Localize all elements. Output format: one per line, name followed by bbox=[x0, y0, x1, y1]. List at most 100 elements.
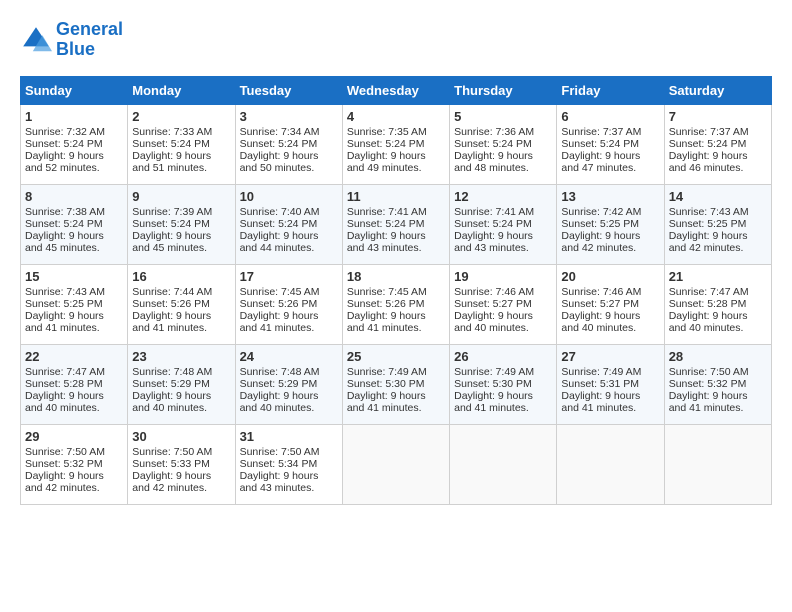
sunrise: Sunrise: 7:43 AM bbox=[669, 206, 749, 218]
day-number: 26 bbox=[454, 349, 552, 364]
sunset: Sunset: 5:31 PM bbox=[561, 378, 639, 390]
week-row-5: 29 Sunrise: 7:50 AM Sunset: 5:32 PM Dayligh… bbox=[21, 424, 772, 504]
calendar-cell: 10Sunrise: 7:40 AMSunset: 5:24 PMDayligh… bbox=[235, 184, 342, 264]
day-number: 8 bbox=[25, 189, 123, 204]
sunrise: Sunrise: 7:46 AM bbox=[561, 286, 641, 298]
sunrise: Sunrise: 7:50 AM bbox=[132, 446, 212, 458]
sunrise: Sunrise: 7:49 AM bbox=[347, 366, 427, 378]
sunrise: Sunrise: 7:38 AM bbox=[25, 206, 105, 218]
column-header-monday: Monday bbox=[128, 76, 235, 104]
calendar-cell: 3Sunrise: 7:34 AMSunset: 5:24 PMDaylight… bbox=[235, 104, 342, 184]
day-number: 3 bbox=[240, 109, 338, 124]
day-number: 29 bbox=[25, 429, 123, 444]
daylight: Daylight: 9 hours and 42 minutes. bbox=[561, 230, 640, 254]
calendar-cell: 5Sunrise: 7:36 AMSunset: 5:24 PMDaylight… bbox=[450, 104, 557, 184]
day-number: 2 bbox=[132, 109, 230, 124]
daylight: Daylight: 9 hours and 41 minutes. bbox=[347, 390, 426, 414]
sunset: Sunset: 5:24 PM bbox=[132, 138, 210, 150]
calendar-cell: 29Sunrise: 7:50 AMSunset: 5:32 PMDayligh… bbox=[21, 424, 128, 504]
day-number: 14 bbox=[669, 189, 767, 204]
daylight: Daylight: 9 hours and 40 minutes. bbox=[669, 310, 748, 334]
calendar-cell: 13Sunrise: 7:42 AMSunset: 5:25 PMDayligh… bbox=[557, 184, 664, 264]
calendar-cell: 25Sunrise: 7:49 AMSunset: 5:30 PMDayligh… bbox=[342, 344, 449, 424]
daylight: Daylight: 9 hours and 41 minutes. bbox=[454, 390, 533, 414]
day-number: 18 bbox=[347, 269, 445, 284]
calendar-cell: 30Sunrise: 7:50 AMSunset: 5:33 PMDayligh… bbox=[128, 424, 235, 504]
sunset: Sunset: 5:32 PM bbox=[25, 458, 103, 470]
day-number: 7 bbox=[669, 109, 767, 124]
calendar-cell: 21 Sunrise: 7:47 AMSunset: 5:28 PMDayligh… bbox=[664, 264, 771, 344]
sunset: Sunset: 5:27 PM bbox=[454, 298, 532, 310]
daylight: Daylight: 9 hours and 50 minutes. bbox=[240, 150, 319, 174]
sunset: Sunset: 5:30 PM bbox=[454, 378, 532, 390]
page-header: General Blue bbox=[20, 20, 772, 60]
week-row-1: 1Sunrise: 7:32 AMSunset: 5:24 PMDaylight… bbox=[21, 104, 772, 184]
sunset: Sunset: 5:27 PM bbox=[561, 298, 639, 310]
sunrise: Sunrise: 7:41 AM bbox=[454, 206, 534, 218]
column-header-tuesday: Tuesday bbox=[235, 76, 342, 104]
sunrise: Sunrise: 7:49 AM bbox=[561, 366, 641, 378]
sunset: Sunset: 5:24 PM bbox=[25, 218, 103, 230]
calendar-cell bbox=[342, 424, 449, 504]
daylight: Daylight: 9 hours and 43 minutes. bbox=[347, 230, 426, 254]
sunrise: Sunrise: 7:41 AM bbox=[347, 206, 427, 218]
column-header-saturday: Saturday bbox=[664, 76, 771, 104]
day-number: 27 bbox=[561, 349, 659, 364]
sunrise: Sunrise: 7:48 AM bbox=[132, 366, 212, 378]
day-number: 9 bbox=[132, 189, 230, 204]
daylight: Daylight: 9 hours and 46 minutes. bbox=[669, 150, 748, 174]
sunrise: Sunrise: 7:44 AM bbox=[132, 286, 212, 298]
sunset: Sunset: 5:26 PM bbox=[132, 298, 210, 310]
daylight: Daylight: 9 hours and 43 minutes. bbox=[240, 470, 319, 494]
sunset: Sunset: 5:24 PM bbox=[454, 138, 532, 150]
daylight: Daylight: 9 hours and 40 minutes. bbox=[240, 390, 319, 414]
sunset: Sunset: 5:24 PM bbox=[669, 138, 747, 150]
daylight: Daylight: 9 hours and 41 minutes. bbox=[561, 390, 640, 414]
logo-text: General Blue bbox=[56, 20, 123, 60]
daylight: Daylight: 9 hours and 42 minutes. bbox=[132, 470, 211, 494]
sunrise: Sunrise: 7:37 AM bbox=[561, 126, 641, 138]
sunset: Sunset: 5:29 PM bbox=[132, 378, 210, 390]
day-number: 21 bbox=[669, 269, 767, 284]
daylight: Daylight: 9 hours and 41 minutes. bbox=[669, 390, 748, 414]
sunrise: Sunrise: 7:37 AM bbox=[669, 126, 749, 138]
daylight: Daylight: 9 hours and 41 minutes. bbox=[25, 310, 104, 334]
daylight: Daylight: 9 hours and 52 minutes. bbox=[25, 150, 104, 174]
day-number: 4 bbox=[347, 109, 445, 124]
sunrise: Sunrise: 7:33 AM bbox=[132, 126, 212, 138]
calendar-cell: 8Sunrise: 7:38 AMSunset: 5:24 PMDaylight… bbox=[21, 184, 128, 264]
daylight: Daylight: 9 hours and 40 minutes. bbox=[25, 390, 104, 414]
calendar-cell: 20Sunrise: 7:46 AMSunset: 5:27 PMDayligh… bbox=[557, 264, 664, 344]
sunrise: Sunrise: 7:50 AM bbox=[240, 446, 320, 458]
calendar-cell: 28Sunrise: 7:50 AMSunset: 5:32 PMDayligh… bbox=[664, 344, 771, 424]
sunrise: Sunrise: 7:43 AM bbox=[25, 286, 105, 298]
daylight: Daylight: 9 hours and 43 minutes. bbox=[454, 230, 533, 254]
day-number: 11 bbox=[347, 189, 445, 204]
sunset: Sunset: 5:24 PM bbox=[240, 218, 318, 230]
sunrise: Sunrise: 7:48 AM bbox=[240, 366, 320, 378]
sunset: Sunset: 5:24 PM bbox=[561, 138, 639, 150]
sunrise: Sunrise: 7:36 AM bbox=[454, 126, 534, 138]
calendar-cell bbox=[557, 424, 664, 504]
calendar-cell: 23Sunrise: 7:48 AMSunset: 5:29 PMDayligh… bbox=[128, 344, 235, 424]
logo: General Blue bbox=[20, 20, 123, 60]
sunset: Sunset: 5:28 PM bbox=[669, 298, 747, 310]
header-row: SundayMondayTuesdayWednesdayThursdayFrid… bbox=[21, 76, 772, 104]
daylight: Daylight: 9 hours and 48 minutes. bbox=[454, 150, 533, 174]
sunrise: Sunrise: 7:32 AM bbox=[25, 126, 105, 138]
calendar-cell: 26Sunrise: 7:49 AMSunset: 5:30 PMDayligh… bbox=[450, 344, 557, 424]
day-number: 12 bbox=[454, 189, 552, 204]
calendar-cell: 2Sunrise: 7:33 AMSunset: 5:24 PMDaylight… bbox=[128, 104, 235, 184]
week-row-3: 15Sunrise: 7:43 AMSunset: 5:25 PMDayligh… bbox=[21, 264, 772, 344]
sunrise: Sunrise: 7:40 AM bbox=[240, 206, 320, 218]
calendar-cell: 14Sunrise: 7:43 AMSunset: 5:25 PMDayligh… bbox=[664, 184, 771, 264]
calendar-cell: 1Sunrise: 7:32 AMSunset: 5:24 PMDaylight… bbox=[21, 104, 128, 184]
calendar-cell: 7 Sunrise: 7:37 AMSunset: 5:24 PMDaylight… bbox=[664, 104, 771, 184]
day-number: 31 bbox=[240, 429, 338, 444]
calendar-cell bbox=[450, 424, 557, 504]
column-header-wednesday: Wednesday bbox=[342, 76, 449, 104]
calendar-cell: 4Sunrise: 7:35 AMSunset: 5:24 PMDaylight… bbox=[342, 104, 449, 184]
sunrise: Sunrise: 7:47 AM bbox=[669, 286, 749, 298]
daylight: Daylight: 9 hours and 41 minutes. bbox=[240, 310, 319, 334]
calendar-cell: 15Sunrise: 7:43 AMSunset: 5:25 PMDayligh… bbox=[21, 264, 128, 344]
